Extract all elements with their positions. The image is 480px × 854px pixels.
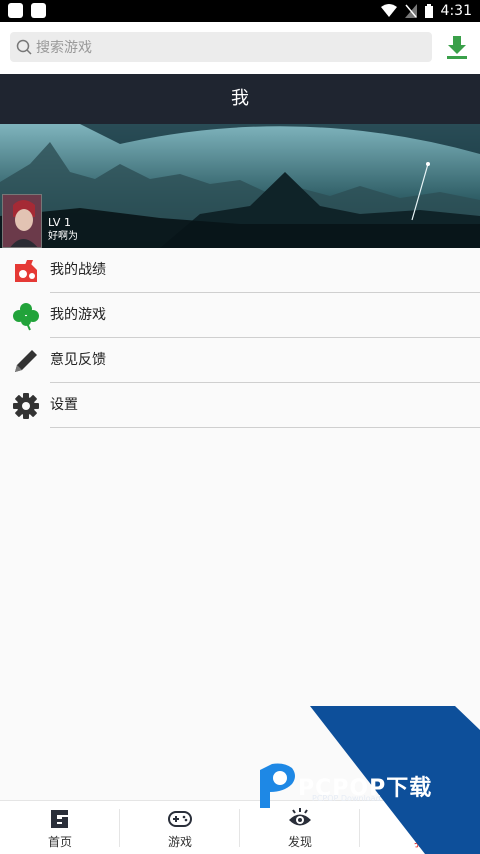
tab-profile[interactable]: 我: [360, 801, 480, 854]
user-level: LV 1: [48, 216, 71, 229]
menu-item-label: 设置: [50, 397, 78, 413]
gamepad-icon: [168, 811, 192, 827]
gear-icon: [13, 393, 39, 419]
menu-item-settings[interactable]: 设置: [0, 383, 480, 428]
notification-icon: [8, 3, 23, 18]
search-row: 搜索游戏: [0, 22, 480, 74]
home-logo-icon: [51, 810, 68, 828]
tab-label: 我: [413, 835, 426, 849]
divider: [50, 427, 480, 428]
menu-item-records[interactable]: 我的战绩: [0, 248, 480, 293]
watermark-logo: [260, 763, 295, 808]
notification-icons: [8, 3, 46, 18]
signal-icon: [404, 4, 417, 18]
status-bar: 4:31: [0, 0, 480, 22]
profile-icon: [411, 810, 429, 829]
tab-home[interactable]: 首页: [0, 801, 120, 854]
tab-label: 首页: [47, 835, 72, 849]
bottom-tab-bar: 首页 游戏 发现 我: [0, 800, 480, 854]
username: 好啊为: [48, 231, 78, 242]
page-title: 我: [0, 74, 480, 124]
clock: 4:31: [440, 3, 472, 19]
battery-icon: [424, 4, 433, 18]
tab-games[interactable]: 游戏: [120, 801, 240, 854]
menu-item-feedback[interactable]: 意见反馈: [0, 338, 480, 383]
user-info: LV 1 好啊为: [48, 216, 78, 244]
notification-icon: [31, 3, 46, 18]
menu-item-label: 我的游戏: [50, 307, 106, 323]
download-icon[interactable]: [444, 34, 470, 60]
menu-item-my-games[interactable]: 我的游戏: [0, 293, 480, 338]
search-input[interactable]: 搜索游戏: [10, 32, 432, 62]
search-placeholder: 搜索游戏: [36, 40, 92, 56]
profile-banner: LV 1 好啊为: [0, 124, 480, 248]
avatar[interactable]: [2, 194, 42, 248]
pencil-icon: [15, 350, 37, 372]
clover-icon: [13, 303, 39, 331]
watermark-subtext: PCPOP Download: [312, 794, 381, 803]
eye-icon: [289, 808, 311, 826]
tab-label: 游戏: [167, 835, 192, 849]
wifi-icon: [380, 4, 397, 17]
tab-label: 发现: [287, 835, 312, 849]
avatar-image: [3, 195, 41, 247]
search-icon: [16, 39, 32, 55]
record-icon: [15, 260, 37, 282]
menu-item-label: 我的战绩: [50, 262, 106, 278]
profile-menu: 我的战绩 我的游戏 意见反馈 设置: [0, 248, 480, 428]
menu-item-label: 意见反馈: [50, 352, 106, 368]
